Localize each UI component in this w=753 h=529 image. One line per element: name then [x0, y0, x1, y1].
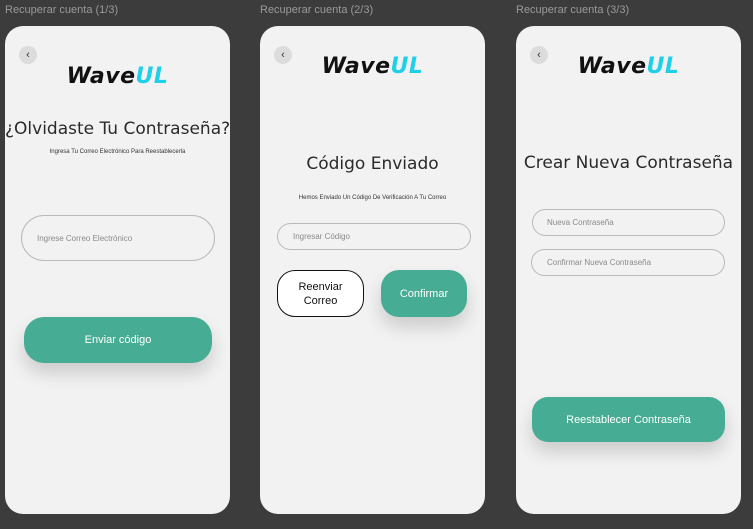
confirm-password-input[interactable]: Confirmar Nueva Contraseña: [531, 249, 725, 276]
logo: WaveUL: [577, 54, 680, 79]
frame-label: Recuperar cuenta (3/3): [516, 4, 630, 16]
phone-screen-recover-step-1: ‹ WaveUL ¿Olvidaste Tu Contraseña? Ingre…: [5, 26, 230, 514]
page-subtitle: Ingresa Tu Correo Electrónico Para Reest…: [49, 149, 186, 155]
page-title: Código Enviado: [306, 154, 439, 174]
phone-screen-recover-step-2: ‹ WaveUL Código Enviado Hemos Enviado Un…: [260, 26, 485, 514]
logo: WaveUL: [321, 54, 424, 79]
page-title: ¿Olvidaste Tu Contraseña?: [5, 119, 230, 139]
frame-label: Recuperar cuenta (2/3): [260, 4, 374, 16]
new-password-input[interactable]: Nueva Contraseña: [532, 209, 725, 236]
back-button[interactable]: ‹: [19, 46, 37, 64]
confirm-password-placeholder: Confirmar Nueva Contraseña: [547, 258, 652, 267]
email-placeholder: Ingrese Correo Electrónico: [37, 233, 133, 243]
code-placeholder: Ingresar Código: [293, 232, 350, 241]
page-title: Crear Nueva Contraseña: [523, 153, 734, 173]
new-password-placeholder: Nueva Contraseña: [547, 218, 614, 227]
confirm-button[interactable]: Confirmar: [381, 270, 467, 317]
email-input[interactable]: Ingrese Correo Electrónico: [21, 215, 215, 261]
page-subtitle: Hemos Enviado Un Código De Verificación …: [298, 195, 447, 201]
resend-email-button[interactable]: Reenviar Correo: [277, 270, 364, 317]
chevron-left-icon: ‹: [26, 48, 30, 61]
code-input[interactable]: Ingresar Código: [277, 223, 471, 250]
logo: WaveUL: [66, 64, 169, 89]
resend-email-label: Reenviar Correo: [298, 280, 343, 307]
phone-screen-recover-step-3: ‹ WaveUL Crear Nueva Contraseña Nueva Co…: [516, 26, 741, 514]
frame-label: Recuperar cuenta (1/3): [5, 4, 119, 16]
reset-password-button[interactable]: Reestablecer Contraseña: [532, 397, 725, 442]
send-code-button[interactable]: Enviar código: [24, 317, 212, 363]
